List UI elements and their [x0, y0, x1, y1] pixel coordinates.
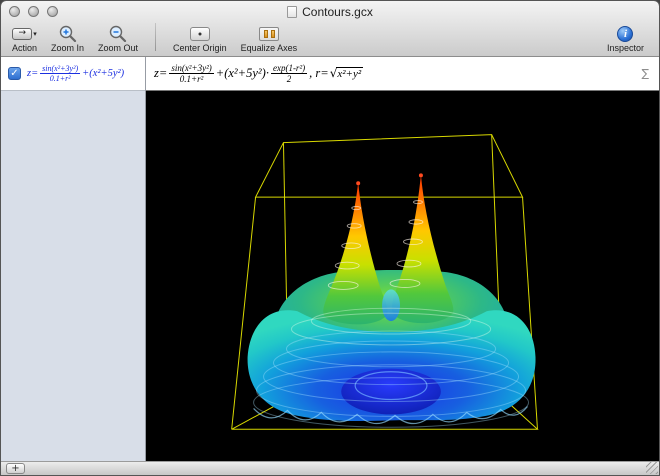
add-equation-button[interactable]: +	[6, 463, 25, 474]
minimize-button[interactable]	[28, 6, 39, 17]
action-arrow-icon: →	[18, 29, 26, 38]
toolbar: →▾ Action Zoom In	[1, 23, 659, 56]
equation-list-item[interactable]: ✓ z= sin(x²+3y²) 0.1+r² +(x²+5y²)	[1, 57, 145, 91]
equalize-axes-button[interactable]: Equalize Axes	[234, 25, 305, 53]
equation-fraction-2: exp(1-r²) 2	[271, 63, 307, 85]
main-equation: z= sin(x²+3y²) 0.1+r² +(x²+5y²)· exp(1-r…	[154, 63, 363, 85]
zoom-in-label: Zoom In	[51, 43, 84, 53]
zoom-in-button[interactable]: Zoom In	[44, 25, 91, 53]
surface-plot-canvas[interactable]	[146, 91, 659, 461]
window-title: Contours.gcx	[287, 5, 373, 19]
resize-grip[interactable]	[646, 462, 658, 474]
zoom-out-label: Zoom Out	[98, 43, 138, 53]
equation-fraction: sin(x²+3y²) 0.1+r²	[40, 64, 80, 83]
equation-sqrt: √ x²+y²	[330, 67, 363, 80]
plot-area[interactable]	[146, 91, 659, 461]
titlebar[interactable]: Contours.gcx	[1, 1, 659, 23]
center-origin-button[interactable]: Center Origin	[166, 25, 234, 53]
action-button[interactable]: →▾ Action	[5, 25, 44, 53]
close-button[interactable]	[9, 6, 20, 17]
content-area: ✓ z= sin(x²+3y²) 0.1+r² +(x²+5y²) z=	[1, 57, 659, 461]
equation-mid: +(x²+5y²)·	[216, 66, 269, 81]
equation-list-sidebar: ✓ z= sin(x²+3y²) 0.1+r² +(x²+5y²)	[1, 57, 146, 461]
document-icon	[287, 6, 297, 18]
chevron-down-icon: ▾	[33, 30, 37, 38]
toolbar-separator	[155, 23, 156, 51]
inspector-button[interactable]: i Inspector	[600, 25, 651, 53]
equation-bar[interactable]: z= sin(x²+3y²) 0.1+r² +(x²+5y²)· exp(1-r…	[146, 57, 659, 91]
inspector-label: Inspector	[607, 43, 644, 53]
action-label: Action	[12, 43, 37, 53]
window-chrome: Contours.gcx →▾ Action Z	[1, 1, 659, 57]
zoom-out-icon	[108, 25, 128, 42]
equation-visibility-checkbox[interactable]: ✓	[8, 67, 21, 80]
equation-lhs: z=	[27, 68, 38, 79]
inspector-icon: i	[617, 25, 633, 42]
equation-tail: +(x²+5y²)	[82, 68, 124, 79]
center-origin-icon	[190, 25, 210, 42]
summation-menu-icon[interactable]: ∑	[640, 67, 651, 80]
equation-lhs: z=	[154, 66, 167, 81]
zoom-window-button[interactable]	[47, 6, 58, 17]
equation-tail: , r=	[309, 66, 329, 81]
grapher-window: Contours.gcx →▾ Action Z	[0, 0, 660, 476]
main-pane: z= sin(x²+3y²) 0.1+r² +(x²+5y²)· exp(1-r…	[146, 57, 659, 461]
sidebar-equation: z= sin(x²+3y²) 0.1+r² +(x²+5y²)	[27, 64, 124, 83]
center-origin-label: Center Origin	[173, 43, 227, 53]
equation-list-background	[1, 91, 145, 461]
window-title-text: Contours.gcx	[302, 5, 373, 19]
bottom-bar: +	[1, 461, 659, 475]
equalize-axes-icon	[259, 25, 279, 42]
equation-fraction-1: sin(x²+3y²) 0.1+r²	[169, 63, 213, 85]
zoom-in-icon	[58, 25, 78, 42]
traffic-lights	[9, 6, 58, 17]
equalize-axes-label: Equalize Axes	[241, 43, 298, 53]
action-icon: →▾	[12, 25, 37, 42]
checkmark-icon: ✓	[10, 69, 18, 79]
zoom-out-button[interactable]: Zoom Out	[91, 25, 145, 53]
